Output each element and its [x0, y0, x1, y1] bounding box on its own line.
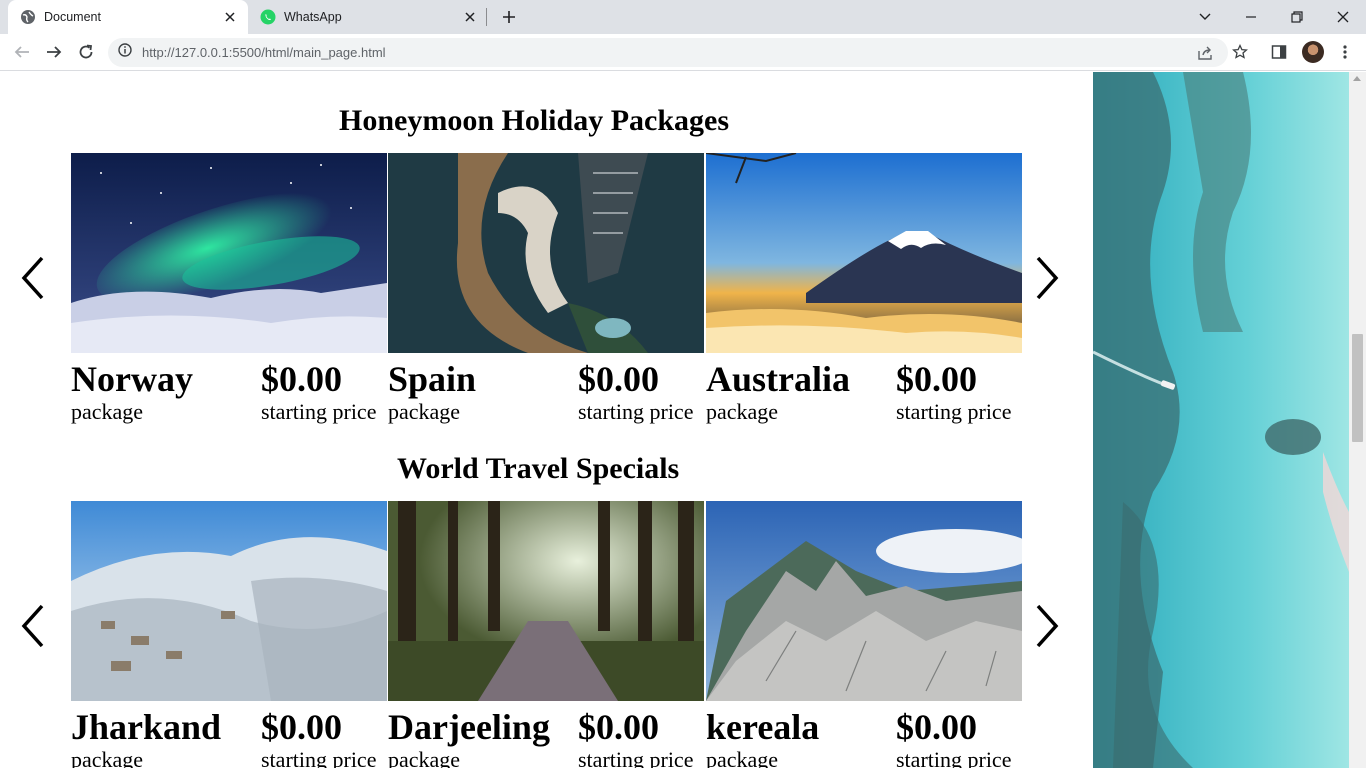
- new-tab-button[interactable]: [498, 6, 520, 28]
- sidebar-aerial-photo: [1093, 72, 1349, 768]
- menu-kebab-icon[interactable]: [1333, 40, 1357, 64]
- tab-title: Document: [44, 10, 101, 24]
- page-viewport: Honeymoon Holiday Packages Norway $0.00: [0, 72, 1366, 768]
- destination-image[interactable]: [388, 501, 704, 701]
- section-title-world-travel: World Travel Specials: [397, 452, 680, 485]
- section-title-honeymoon: Honeymoon Holiday Packages: [339, 104, 730, 137]
- price-value: $0.00: [896, 359, 977, 399]
- arrow-right-icon: [47, 46, 62, 58]
- price-value: $0.00: [578, 707, 659, 747]
- page-scrollbar[interactable]: [1349, 72, 1366, 768]
- package-card-kereala[interactable]: kereala $0.00 package starting price: [706, 501, 1022, 768]
- minimize-icon: [1246, 16, 1256, 18]
- tab-search-button[interactable]: [1182, 0, 1228, 34]
- tab-document[interactable]: Document: [8, 0, 248, 34]
- price-value: $0.00: [896, 707, 977, 747]
- package-label: package: [388, 747, 461, 768]
- carousel-prev-arrow-icon[interactable]: [18, 254, 48, 302]
- starting-price-label: starting price: [261, 399, 377, 424]
- side-panel-icon[interactable]: [1267, 40, 1291, 64]
- tab-whatsapp[interactable]: WhatsApp: [248, 0, 488, 34]
- plus-icon: [503, 11, 515, 23]
- price-value: $0.00: [261, 359, 342, 399]
- scrollbar-thumb[interactable]: [1352, 334, 1363, 442]
- arrow-left-icon: [14, 46, 29, 58]
- starting-price-label: starting price: [896, 747, 1012, 768]
- package-card-darjeeling[interactable]: Darjeeling $0.00 package starting price: [388, 501, 704, 768]
- share-icon[interactable]: [1196, 44, 1214, 62]
- close-window-button[interactable]: [1320, 0, 1366, 34]
- scroll-up-arrow-icon[interactable]: [1353, 76, 1361, 81]
- package-card-jharkand[interactable]: Jharkand $0.00 package starting price: [71, 501, 387, 768]
- info-icon[interactable]: [118, 43, 132, 62]
- chevron-down-icon: [1199, 13, 1211, 20]
- destination-image[interactable]: [71, 501, 387, 701]
- package-label: package: [706, 399, 779, 424]
- package-card-spain[interactable]: Spain $0.00 package starting price: [388, 153, 704, 425]
- package-card-australia[interactable]: Australia $0.00 package starting price: [706, 153, 1022, 425]
- close-tab-icon[interactable]: [220, 7, 240, 27]
- carousel-prev-arrow-icon[interactable]: [18, 602, 48, 650]
- carousel-next-arrow-icon[interactable]: [1032, 602, 1062, 650]
- starting-price-label: starting price: [261, 747, 377, 768]
- destination-image[interactable]: [706, 501, 1022, 701]
- minimize-button[interactable]: [1228, 0, 1274, 34]
- tab-separator: [486, 8, 487, 26]
- whatsapp-icon: [260, 9, 276, 25]
- back-button[interactable]: [10, 40, 34, 64]
- close-icon: [1337, 11, 1349, 23]
- destination-name: kereala: [706, 707, 820, 747]
- profile-avatar[interactable]: [1302, 41, 1324, 63]
- starting-price-label: starting price: [896, 399, 1012, 424]
- destination-name: Australia: [706, 359, 850, 399]
- price-value: $0.00: [261, 707, 342, 747]
- starting-price-label: starting price: [578, 399, 694, 424]
- destination-name: Jharkand: [71, 707, 222, 747]
- url-text[interactable]: http://127.0.0.1:5500/html/main_page.htm…: [142, 45, 386, 60]
- starting-price-label: starting price: [578, 747, 694, 768]
- package-label: package: [388, 399, 461, 424]
- globe-icon: [20, 9, 36, 25]
- address-bar[interactable]: http://127.0.0.1:5500/html/main_page.htm…: [108, 38, 1228, 67]
- destination-name: Norway: [71, 359, 193, 399]
- tab-title: WhatsApp: [284, 10, 342, 24]
- destination-name: Darjeeling: [388, 707, 550, 747]
- package-label: package: [71, 747, 144, 768]
- package-label: package: [71, 399, 144, 424]
- browser-toolbar: http://127.0.0.1:5500/html/main_page.htm…: [0, 34, 1366, 71]
- carousel-next-arrow-icon[interactable]: [1032, 254, 1062, 302]
- destination-name: Spain: [388, 359, 477, 399]
- bookmark-star-icon[interactable]: [1228, 40, 1252, 64]
- package-label: package: [706, 747, 779, 768]
- price-value: $0.00: [578, 359, 659, 399]
- forward-button[interactable]: [42, 40, 66, 64]
- destination-image[interactable]: [706, 153, 1022, 353]
- destination-image[interactable]: [71, 153, 387, 353]
- reload-icon: [79, 44, 93, 59]
- restore-icon: [1291, 11, 1303, 23]
- package-card-norway[interactable]: Norway $0.00 package starting price: [71, 153, 387, 425]
- destination-image[interactable]: [388, 153, 704, 353]
- close-tab-icon[interactable]: [460, 7, 480, 27]
- tab-strip: Document WhatsApp: [0, 0, 1366, 34]
- restore-button[interactable]: [1274, 0, 1320, 34]
- reload-button[interactable]: [74, 40, 98, 64]
